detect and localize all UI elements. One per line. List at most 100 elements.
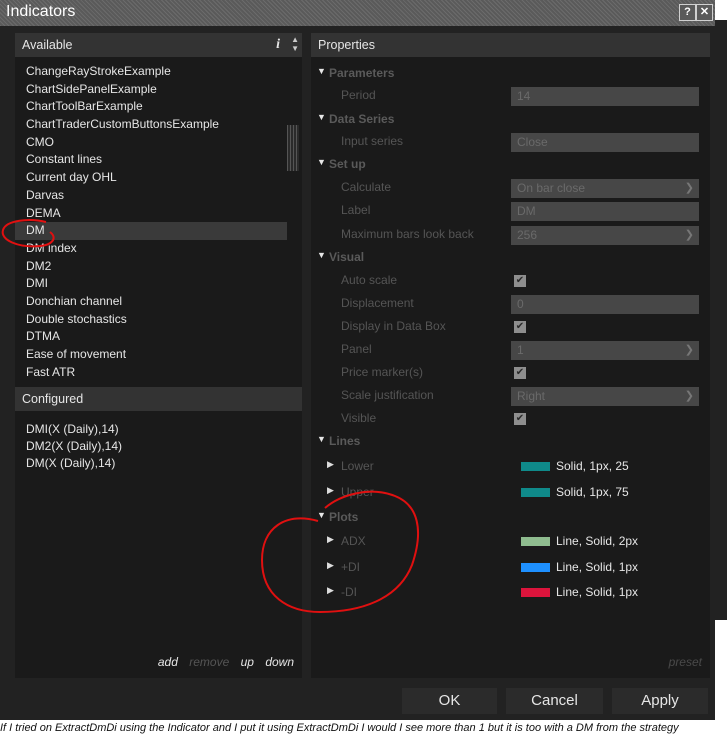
list-item[interactable]: ChartToolBarExample [15,98,287,116]
category-lines[interactable]: ▼ Lines [311,434,710,457]
list-item[interactable]: CMO [15,134,287,152]
collapse-triangle-icon[interactable]: ▼ [317,510,326,520]
select-value: Right [517,389,546,403]
list-item[interactable]: DMI [15,275,287,293]
plot-minus-di[interactable]: ▶ -DI Line, Solid, 1px [311,585,710,608]
list-item[interactable]: Fast ATR [15,364,287,382]
add-link[interactable]: add [158,655,178,669]
category-parameters[interactable]: ▼ Parameters [311,66,710,89]
collapse-triangle-icon[interactable]: ▼ [317,250,326,260]
close-button[interactable]: ✕ [696,4,713,21]
list-item[interactable]: Donchian channel [15,293,287,311]
color-swatch[interactable] [521,588,550,597]
list-item[interactable]: Double stochastics [15,311,287,329]
expand-triangle-icon[interactable]: ▶ [327,560,334,571]
select-value: 256 [517,228,538,242]
configured-list[interactable]: DMI(X (Daily),14) DM2(X (Daily),14) DM(X… [15,421,302,472]
line-lower[interactable]: ▶ Lower Solid, 1px, 25 [311,459,710,482]
sort-spinner-icon[interactable]: ▲ ▼ [291,35,299,53]
max-bars-select[interactable]: 256 ❯ [511,226,699,245]
plot-plus-di[interactable]: ▶ +DI Line, Solid, 1px [311,560,710,583]
label-input[interactable]: DM [511,202,699,221]
list-item[interactable]: Ease of movement [15,346,287,364]
property-calculate: Calculate On bar close ❯ [311,179,710,203]
help-button[interactable]: ? [679,4,696,21]
collapse-triangle-icon[interactable]: ▼ [317,112,326,122]
property-label: Label [341,203,371,217]
panel-select[interactable]: 1 ❯ [511,341,699,360]
expand-triangle-icon[interactable]: ▶ [327,585,334,596]
property-panel: Panel 1 ❯ [311,341,710,365]
category-label: ▼ Set up [317,157,366,171]
properties-header: Properties [311,33,710,57]
color-swatch[interactable] [521,488,550,497]
visible-checkbox[interactable]: ✔ [514,413,526,425]
auto-scale-checkbox[interactable]: ✔ [514,275,526,287]
collapse-triangle-icon[interactable]: ▼ [317,434,326,444]
up-link[interactable]: up [241,655,254,669]
list-scrollbar[interactable] [287,125,299,171]
available-header: Available i ▲ ▼ [15,33,302,57]
property-label: ADX [341,534,366,548]
list-item[interactable]: DM index [15,240,287,258]
indicators-dialog: Indicators ? ✕ Available i ▲ ▼ ChangeRayS… [0,0,715,720]
available-list[interactable]: ChangeRayStrokeExample ChartSidePanelExa… [15,63,287,403]
line-style-desc: Solid, 1px, 75 [556,485,629,499]
list-item-selected[interactable]: DM [15,222,287,240]
remove-link[interactable]: remove [189,655,229,669]
data-box-checkbox[interactable]: ✔ [514,321,526,333]
category-setup[interactable]: ▼ Set up [311,157,710,180]
cancel-button[interactable]: Cancel [506,688,603,714]
property-label: Maximum bars look back [341,227,474,241]
displacement-input[interactable]: 0 [511,295,699,314]
list-item[interactable]: ChangeRayStrokeExample [15,63,287,81]
line-upper[interactable]: ▶ Upper Solid, 1px, 75 [311,485,710,508]
list-item[interactable]: Darvas [15,187,287,205]
preset-link[interactable]: preset [669,655,702,669]
property-label: Input series [341,134,404,148]
expand-triangle-icon[interactable]: ▶ [327,485,334,496]
title-bar[interactable]: Indicators ? ✕ [0,0,715,26]
down-link[interactable]: down [265,655,294,669]
expand-triangle-icon[interactable]: ▶ [327,534,334,545]
scale-justification-select[interactable]: Right ❯ [511,387,699,406]
left-pane: Available i ▲ ▼ ChangeRayStrokeExample Ch… [15,33,302,678]
color-swatch[interactable] [521,462,550,471]
collapse-triangle-icon[interactable]: ▼ [317,157,326,167]
expand-triangle-icon[interactable]: ▶ [327,459,334,470]
category-label: ▼ Lines [317,434,360,448]
price-marker-checkbox[interactable]: ✔ [514,367,526,379]
info-icon[interactable]: i [276,33,280,57]
category-plots[interactable]: ▼ Plots [311,510,710,533]
color-swatch[interactable] [521,537,550,546]
ok-button[interactable]: OK [402,688,497,714]
list-item[interactable]: DTMA [15,328,287,346]
list-item[interactable]: DM2 [15,258,287,276]
list-item[interactable]: DMI(X (Daily),14) [15,421,302,438]
list-item[interactable]: Constant lines [15,151,287,169]
property-label: Price marker(s) [341,365,424,379]
caption-text: If I tried on ExtractDmDi using the Indi… [0,722,679,734]
plot-adx[interactable]: ▶ ADX Line, Solid, 2px [311,534,710,557]
list-item[interactable]: Current day OHL [15,169,287,187]
input-series-field[interactable]: Close [511,133,699,152]
category-label: ▼ Plots [317,510,358,524]
calculate-select[interactable]: On bar close ❯ [511,179,699,198]
category-title: Visual [329,250,365,264]
category-visual[interactable]: ▼ Visual [311,250,710,273]
list-item[interactable]: DM2(X (Daily),14) [15,438,302,455]
list-item[interactable]: DEMA [15,205,287,223]
period-input[interactable]: 14 [511,87,699,106]
apply-button[interactable]: Apply [612,688,708,714]
chevron-down-icon: ❯ [684,229,694,241]
list-item[interactable]: ChartSidePanelExample [15,81,287,99]
category-data-series[interactable]: ▼ Data Series [311,112,710,135]
list-item[interactable]: DM(X (Daily),14) [15,455,302,472]
chevron-down-icon: ❯ [684,390,694,402]
collapse-triangle-icon[interactable]: ▼ [317,66,326,76]
color-swatch[interactable] [521,563,550,572]
list-item[interactable]: ChartTraderCustomButtonsExample [15,116,287,134]
property-period: Period 14 [311,87,710,111]
property-auto-scale: Auto scale ✔ [311,273,710,296]
property-label: Visible [341,411,377,425]
